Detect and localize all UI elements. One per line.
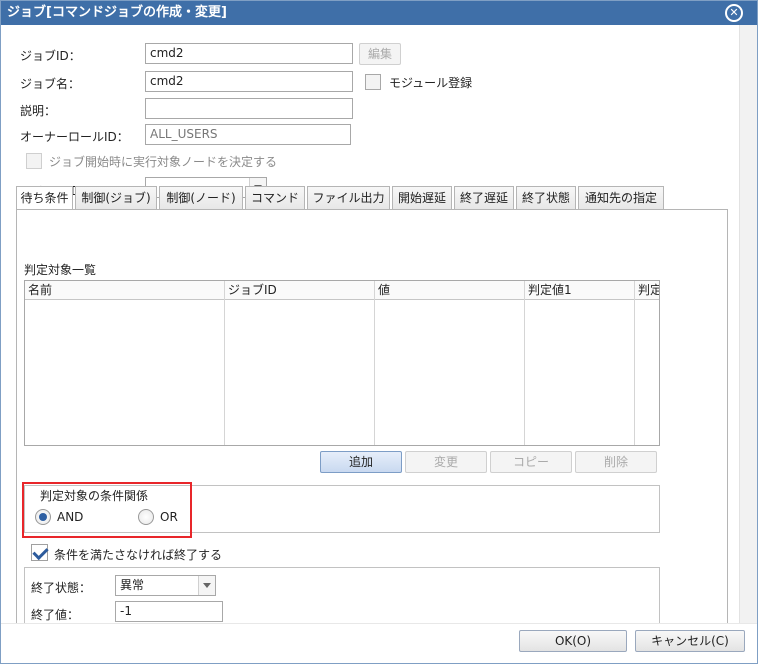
job-dialog: ジョブ[コマンドジョブの作成・変更] ✕ ジョブID： cmd2 編集 ジョブ名… [0,0,758,664]
target-list-title: 判定対象一覧 [24,263,97,277]
tab-file-output[interactable]: ファイル出力 [307,186,390,209]
copy-button[interactable]: コピー [490,451,572,473]
edit-button[interactable]: 編集 [359,43,401,65]
tab-command[interactable]: コマンド [245,186,305,209]
end-status-label: 終了状態： [31,581,92,595]
delete-button[interactable]: 削除 [575,451,657,473]
tab-control-node[interactable]: 制御(ノード) [159,186,243,209]
end-status-select[interactable]: 異常 [115,575,216,596]
end-value-input[interactable]: -1 [115,601,223,622]
vertical-scrollbar[interactable] [739,25,757,623]
dialog-titlebar: ジョブ[コマンドジョブの作成・変更] ✕ [1,1,757,25]
owner-role-input[interactable]: ALL_USERS [145,124,351,145]
add-button[interactable]: 追加 [320,451,402,473]
chevron-down-icon[interactable] [198,576,215,595]
column-header-decision-2[interactable]: 判定 [635,281,659,300]
column-value: 値 [375,281,525,445]
ok-button[interactable]: OK(O) [519,630,627,652]
tab-start-delay[interactable]: 開始遅延 [392,186,452,209]
tab-notify[interactable]: 通知先の指定 [578,186,664,209]
tab-end-delay[interactable]: 終了遅延 [454,186,514,209]
cancel-button[interactable]: キャンセル(C) [635,630,745,652]
column-name: 名前 [25,281,225,445]
job-name-input[interactable]: cmd2 [145,71,353,92]
job-id-input[interactable]: cmd2 [145,43,353,64]
highlight-box [22,482,192,538]
modify-button[interactable]: 変更 [405,451,487,473]
target-list-table[interactable]: 名前 ジョブID 値 判定値1 判定 [24,280,660,446]
column-header-decision-1[interactable]: 判定値1 [525,281,634,300]
column-decision-2: 判定 [635,281,659,445]
column-job-id: ジョブID [225,281,375,445]
owner-role-label: オーナーロールID： [20,130,129,144]
end-value-label: 終了値： [31,608,80,622]
close-icon[interactable]: ✕ [725,4,743,22]
tab-wait-condition[interactable]: 待ち条件 [16,186,73,210]
decide-node-checkbox[interactable] [26,153,42,169]
end-status-value: 異常 [120,578,145,592]
dialog-title: ジョブ[コマンドジョブの作成・変更] [7,5,227,20]
column-decision-1: 判定値1 [525,281,635,445]
description-input[interactable] [145,98,353,119]
column-header-job-id[interactable]: ジョブID [225,281,374,300]
job-name-label: ジョブ名： [20,77,81,91]
module-register-label: モジュール登録 [389,76,473,90]
end-if-unsatisfied-label: 条件を満たさなければ終了する [54,548,223,562]
module-register-checkbox[interactable] [365,74,381,90]
column-header-name[interactable]: 名前 [25,281,224,300]
job-id-label: ジョブID： [20,49,81,63]
decide-node-label: ジョブ開始時に実行対象ノードを決定する [49,155,278,169]
tab-control-job[interactable]: 制御(ジョブ) [75,186,157,209]
description-label: 説明： [20,104,57,118]
tab-end-status[interactable]: 終了状態 [516,186,576,209]
column-header-value[interactable]: 値 [375,281,524,300]
end-if-unsatisfied-checkbox[interactable] [31,544,48,561]
